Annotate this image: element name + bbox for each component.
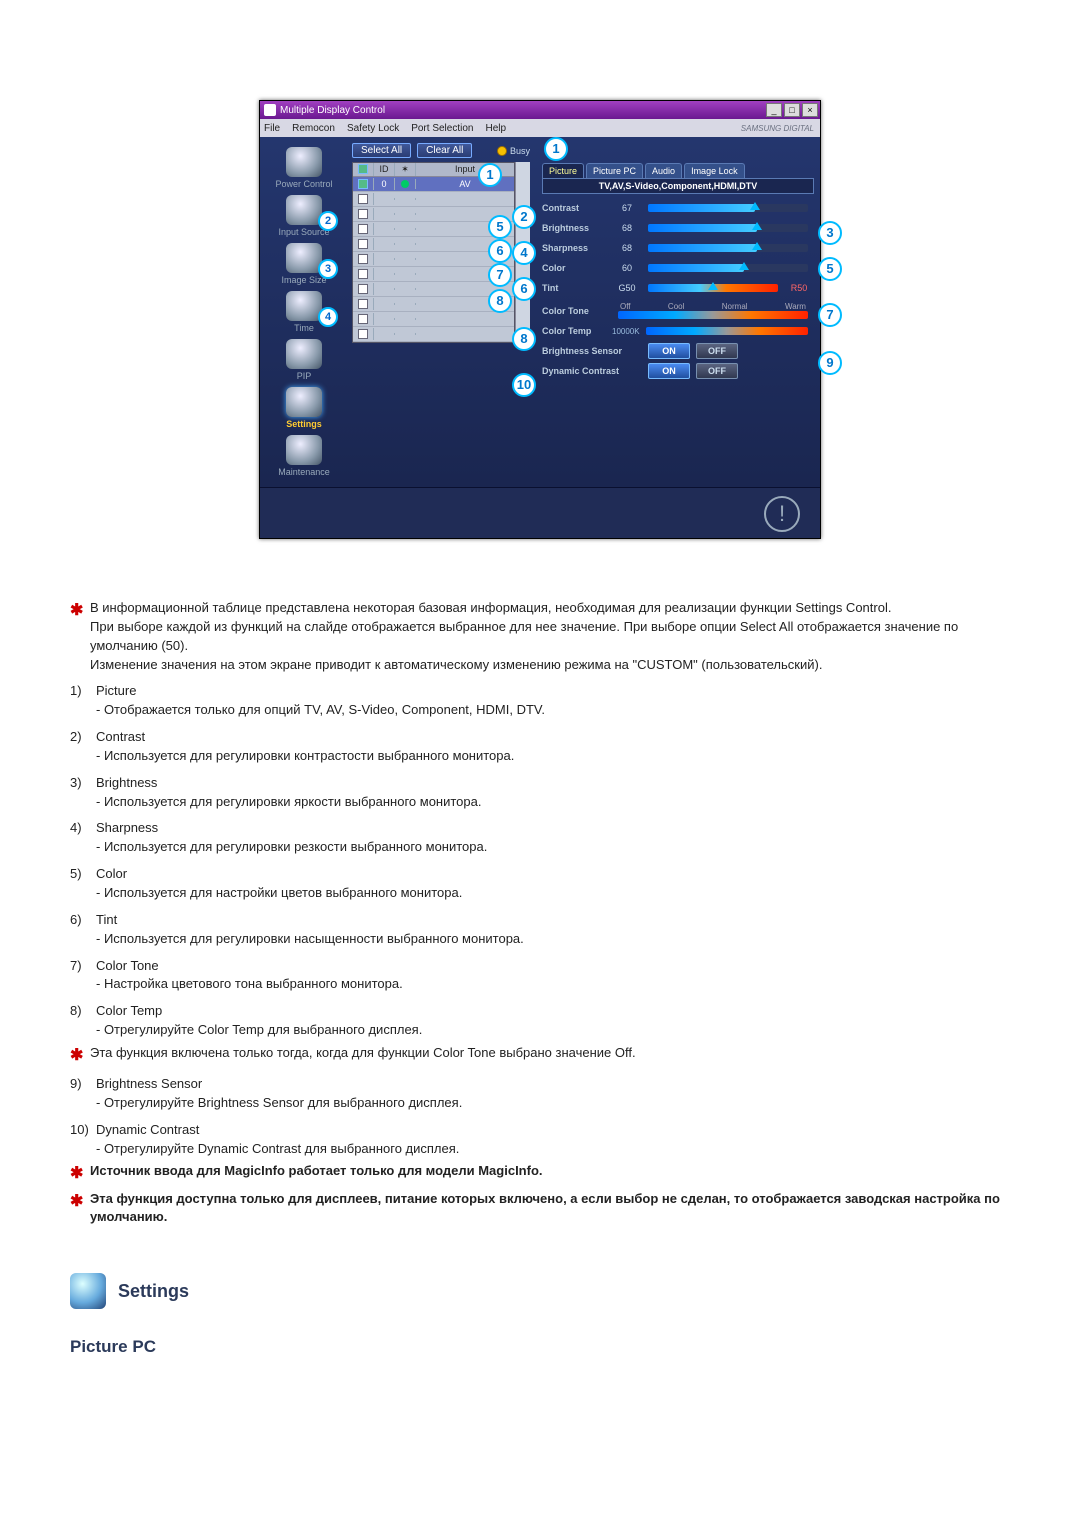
window-titlebar[interactable]: Multiple Display Control _ □ ×: [260, 101, 820, 119]
side-nav: Power Control Input Source2 Image Size3 …: [260, 137, 348, 487]
close-icon[interactable]: ×: [802, 103, 818, 117]
color-slider[interactable]: [648, 264, 808, 272]
header-checkbox[interactable]: [358, 164, 368, 174]
callout-6-icon: 6: [488, 239, 512, 263]
settings-heading: Settings: [70, 1273, 1010, 1309]
callout-r4-icon: 4: [512, 241, 536, 265]
tab-audio[interactable]: Audio: [645, 163, 682, 178]
nav-settings[interactable]: Settings: [264, 385, 344, 431]
tint-slider[interactable]: [648, 284, 778, 292]
star-icon: ✱: [70, 1190, 90, 1228]
callout-r9-icon: 9: [818, 351, 842, 375]
input-sources-label: TV,AV,S-Video,Component,HDMI,DTV: [542, 178, 814, 194]
settings-panel: 1 Picture Picture PC Audio Image Lock TV…: [534, 137, 820, 487]
callout-3-icon: 3: [318, 259, 338, 279]
settings-cube-icon: [70, 1273, 106, 1309]
maximize-icon[interactable]: □: [784, 103, 800, 117]
color-temp-row: Color Temp 10000K: [542, 323, 814, 339]
item-num: 1): [70, 682, 96, 701]
callout-8-icon: 8: [488, 289, 512, 313]
color-tone-slider[interactable]: [618, 311, 808, 319]
brightness-sensor-off-button[interactable]: OFF: [696, 343, 738, 359]
busy-dot-icon: [497, 146, 507, 156]
minimize-icon[interactable]: _: [766, 103, 782, 117]
color-temp-slider[interactable]: [646, 327, 808, 335]
color-row: Color 60: [542, 260, 814, 276]
callout-1-icon: 1: [478, 163, 502, 187]
nav-pip[interactable]: PIP: [264, 337, 344, 383]
brightness-sensor-row: Brightness Sensor ON OFF: [542, 343, 814, 359]
tab-image-lock[interactable]: Image Lock: [684, 163, 745, 178]
brightness-slider[interactable]: [648, 224, 808, 232]
callout-r3-icon: 3: [818, 221, 842, 245]
callout-2-icon: 2: [318, 211, 338, 231]
warning-icon: !: [764, 496, 800, 532]
callout-4-icon: 4: [318, 307, 338, 327]
brightness-sensor-on-button[interactable]: ON: [648, 343, 690, 359]
callout-r7-icon: 7: [818, 303, 842, 327]
callout-r2-icon: 2: [512, 205, 536, 229]
nav-power-control[interactable]: Power Control: [264, 145, 344, 191]
sharpness-slider[interactable]: [648, 244, 808, 252]
star-icon: ✱: [70, 599, 90, 674]
table-row[interactable]: [353, 312, 514, 327]
menu-bar: File Remocon Safety Lock Port Selection …: [260, 119, 820, 137]
sharpness-row: Sharpness 68: [542, 240, 814, 256]
menu-help[interactable]: Help: [485, 123, 506, 134]
tint-row: Tint G50 R50: [542, 280, 814, 296]
menu-port-selection[interactable]: Port Selection: [411, 123, 473, 134]
brand-text: SAMSUNG DIGITAL: [741, 124, 814, 133]
nav-image-size[interactable]: Image Size3: [264, 241, 344, 287]
busy-indicator: Busy: [497, 146, 530, 156]
footer-area: !: [260, 487, 820, 538]
menu-file[interactable]: File: [264, 123, 280, 134]
select-all-button[interactable]: Select All: [352, 143, 411, 158]
clear-all-button[interactable]: Clear All: [417, 143, 472, 158]
app-window: Multiple Display Control _ □ × File Remo…: [259, 100, 821, 539]
picture-pc-heading: Picture PC: [70, 1335, 1010, 1360]
app-icon: [264, 104, 276, 116]
col-id: ID: [374, 163, 395, 176]
status-col-icon: ✶: [395, 163, 416, 176]
menu-safety-lock[interactable]: Safety Lock: [347, 123, 399, 134]
table-row[interactable]: [353, 192, 514, 207]
menu-remocon[interactable]: Remocon: [292, 123, 335, 134]
nav-input-source[interactable]: Input Source2: [264, 193, 344, 239]
callout-7-icon: 7: [488, 263, 512, 287]
window-title: Multiple Display Control: [280, 105, 385, 116]
star-icon: ✱: [70, 1044, 90, 1067]
callout-1b-icon: 1: [544, 137, 568, 161]
dynamic-contrast-row: Dynamic Contrast ON OFF: [542, 363, 814, 379]
brightness-row: Brightness 68: [542, 220, 814, 236]
callout-5-icon: 5: [488, 215, 512, 239]
nav-maintenance[interactable]: Maintenance: [264, 433, 344, 479]
dynamic-contrast-on-button[interactable]: ON: [648, 363, 690, 379]
callout-r6-icon: 6: [512, 277, 536, 301]
table-row[interactable]: [353, 327, 514, 342]
star-icon: ✱: [70, 1162, 90, 1185]
callout-r10-icon: 10: [512, 373, 536, 397]
tab-picture-pc[interactable]: Picture PC: [586, 163, 643, 178]
dynamic-contrast-off-button[interactable]: OFF: [696, 363, 738, 379]
center-panel: Select All Clear All Busy 1 ID ✶ Input 0…: [348, 137, 534, 487]
contrast-slider[interactable]: [648, 204, 808, 212]
tab-picture[interactable]: Picture: [542, 163, 584, 178]
contrast-row: Contrast 67: [542, 200, 814, 216]
callout-r8-icon: 8: [512, 327, 536, 351]
intro-text: В информационной таблице представлена не…: [90, 599, 1010, 674]
nav-time[interactable]: Time4: [264, 289, 344, 335]
callout-r5-icon: 5: [818, 257, 842, 281]
color-tone-label: Color Tone: [542, 306, 612, 316]
